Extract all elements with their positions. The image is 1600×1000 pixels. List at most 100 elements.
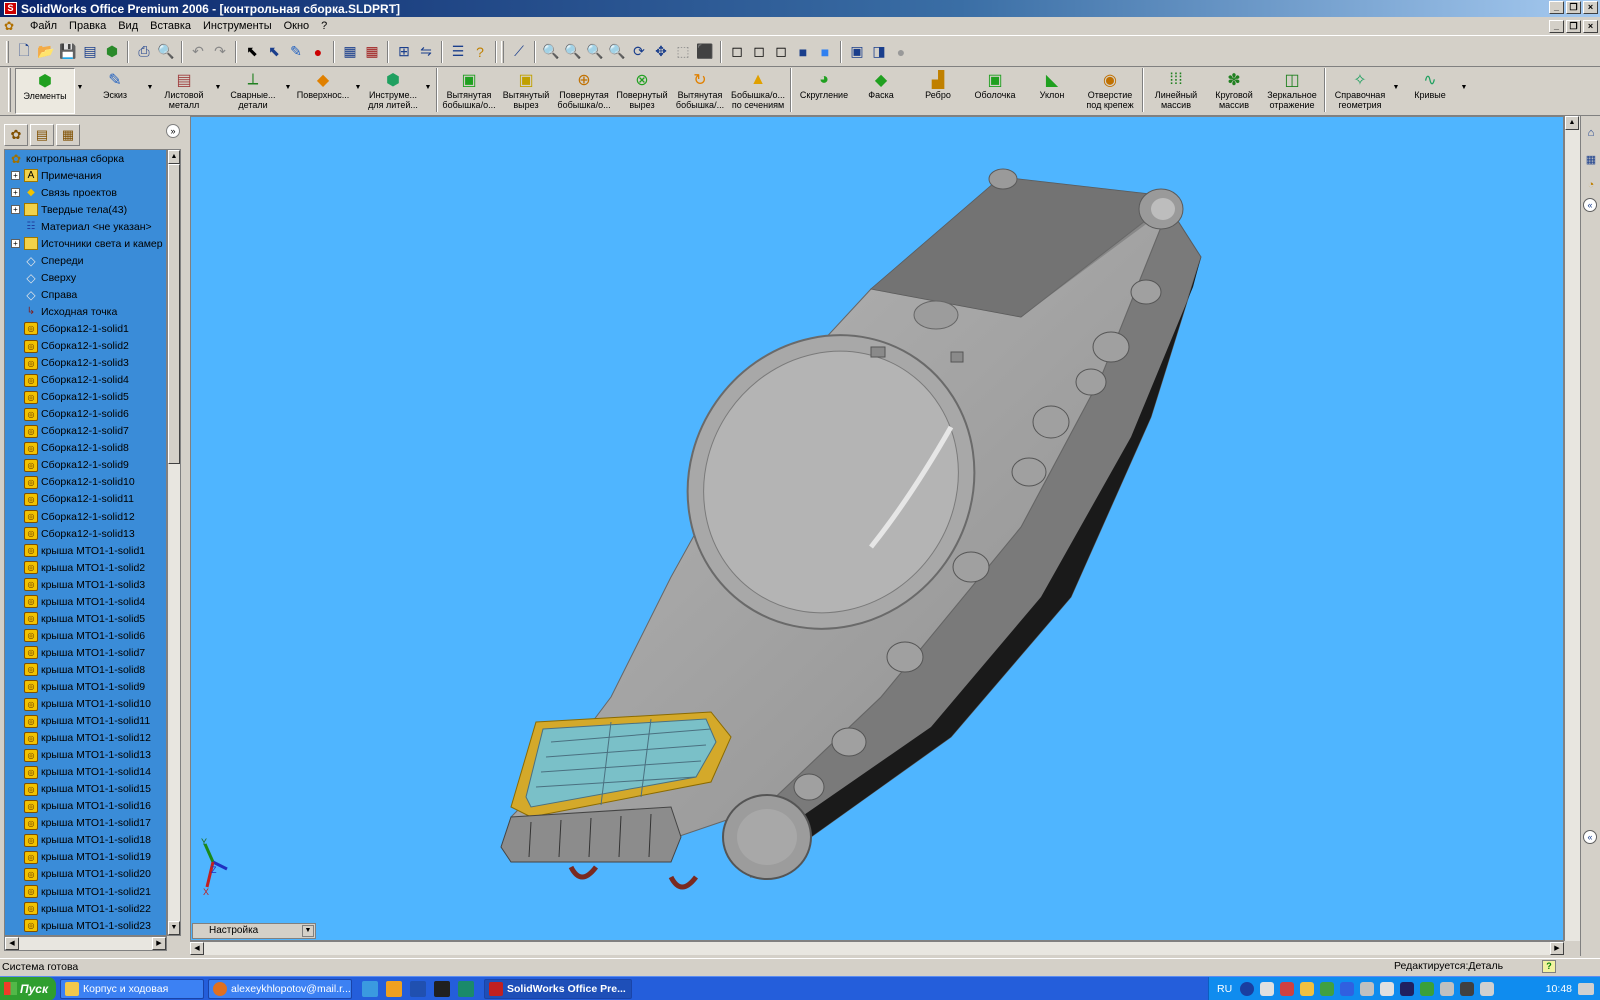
tools-tray-icon[interactable] [1360, 982, 1375, 996]
word-icon[interactable] [410, 980, 426, 997]
tree-item[interactable]: ◎ Сборка12-1-solid4 [5, 372, 166, 389]
display-tray-icon[interactable] [1460, 982, 1475, 996]
rib-button[interactable]: ▟ Ребро [909, 68, 967, 114]
tree-item[interactable]: ◎ крыша МТО1-1-solid21 [5, 883, 166, 900]
tree-item[interactable]: ◎ крыша МТО1-1-solid19 [5, 849, 166, 866]
weldments-dropdown[interactable]: ▼ [283, 68, 293, 114]
tree-item[interactable]: + Источники света и камер [5, 235, 166, 252]
tree-item[interactable]: ◎ крыша МТО1-1-solid3 [5, 576, 166, 593]
menu-insert[interactable]: Вставка [144, 20, 197, 32]
property-manager-tab-icon[interactable]: ▤ [30, 124, 54, 146]
section-view-icon[interactable]: ◨ [868, 41, 890, 63]
expand-icon[interactable]: + [11, 188, 20, 198]
scroll-thumb[interactable] [168, 164, 180, 464]
scroll-right-icon[interactable]: ▶ [152, 937, 166, 950]
tree-item[interactable]: ◎ Сборка12-1-solid12 [5, 508, 166, 525]
tree-item[interactable]: + ◆ Связь проектов [5, 184, 166, 201]
graphics-area[interactable]: Y Z X [190, 116, 1564, 941]
view-orientation-icon[interactable]: ⟋ [508, 41, 530, 63]
menu-window[interactable]: Окно [278, 20, 316, 32]
options-icon[interactable]: ▦ [361, 41, 383, 63]
tree-item[interactable]: ◎ крыша МТО1-1-solid20 [5, 866, 166, 883]
configuration-tab[interactable]: Настройка ▼ [192, 923, 316, 939]
flag-tray-icon[interactable] [1380, 982, 1395, 996]
shell-button[interactable]: ▣ Оболочка [967, 68, 1023, 114]
expand-icon[interactable]: + [11, 171, 20, 181]
language-indicator[interactable]: RU [1217, 983, 1232, 995]
hardware-tray-icon[interactable] [1480, 982, 1495, 996]
tree-item[interactable]: ◎ Сборка12-1-solid11 [5, 491, 166, 508]
zoom-to-selection-icon[interactable]: 🔍 [606, 41, 628, 63]
zoom-to-fit-icon[interactable]: 🔍 [540, 41, 562, 63]
curves-dropdown[interactable]: ▼ [1459, 68, 1469, 114]
expand-icon[interactable]: + [11, 239, 20, 249]
tree-item[interactable]: ◎ крыша МТО1-1-solid8 [5, 661, 166, 678]
print-preview-icon[interactable]: 🔍 [155, 41, 177, 63]
tab-features[interactable]: ⬢ Элементы [15, 68, 75, 114]
standard-views-icon[interactable]: ⬛ [694, 41, 716, 63]
expand-icon[interactable]: + [11, 205, 20, 215]
menu-file[interactable]: Файл [24, 20, 63, 32]
extruded-cut-button[interactable]: ▣ Вытянутый вырез [497, 68, 555, 114]
start-button[interactable]: Пуск [0, 976, 56, 1000]
menu-help[interactable]: ? [315, 20, 333, 32]
revolved-cut-button[interactable]: ⊗ Повернутый вырез [613, 68, 671, 114]
tree-item[interactable]: ◇ Сверху [5, 269, 166, 286]
doc-close-button[interactable]: × [1583, 20, 1598, 33]
tree-item[interactable]: ◎ Сборка12-1-solid13 [5, 525, 166, 542]
hole-wizard-button[interactable]: ◉ Отверстие под крепеж [1081, 68, 1139, 114]
scroll-down-icon[interactable]: ▼ [168, 921, 180, 935]
rotate-view-icon[interactable]: ⟳ [628, 41, 650, 63]
tree-item[interactable]: ◎ Сборка12-1-solid3 [5, 355, 166, 372]
ie-icon[interactable] [362, 980, 378, 997]
design-library-icon[interactable]: ▦ [1583, 150, 1599, 168]
feature-manager-tab-icon[interactable]: ✿ [4, 124, 28, 146]
tree-item[interactable]: ◎ крыша МТО1-1-solid15 [5, 781, 166, 798]
toolbar-grip-view[interactable] [501, 40, 504, 63]
select-other-icon[interactable]: ⬉ [263, 41, 285, 63]
speaker-tray-icon[interactable] [1440, 982, 1455, 996]
tree-item[interactable]: ◎ Сборка12-1-solid1 [5, 320, 166, 337]
print-icon[interactable]: ⎙ [133, 41, 155, 63]
tree-item[interactable]: ◎ крыша МТО1-1-solid4 [5, 593, 166, 610]
tree-item[interactable]: ☷ Материал <не указан> [5, 218, 166, 235]
menu-view[interactable]: Вид [112, 20, 144, 32]
tree-item[interactable]: ◎ крыша МТО1-1-solid11 [5, 713, 166, 730]
curves-button[interactable]: ∿ Кривые [1401, 68, 1459, 114]
scroll-left-icon[interactable]: ◀ [5, 937, 19, 950]
surfaces-dropdown[interactable]: ▼ [353, 68, 363, 114]
swept-boss-button[interactable]: ↻ Вытянутая бобышка/... [671, 68, 729, 114]
clock[interactable]: 10:48 [1546, 983, 1572, 995]
open-icon[interactable]: 📂 [35, 41, 57, 63]
mold-tools-dropdown[interactable]: ▼ [423, 68, 433, 114]
toolbox-icon[interactable]: ☰ [447, 41, 469, 63]
grid-icon[interactable]: ▦ [339, 41, 361, 63]
shadows-icon[interactable]: ▣ [846, 41, 868, 63]
file-properties-icon[interactable]: ⊞ [393, 41, 415, 63]
make-drawing-icon[interactable]: ▤ [79, 41, 101, 63]
3d-drawing-view-icon[interactable]: ⬚ [672, 41, 694, 63]
undo-icon[interactable]: ↶ [187, 41, 209, 63]
network-tray-icon[interactable] [1320, 982, 1335, 996]
maximize-button[interactable]: ❐ [1566, 1, 1581, 14]
media-icon[interactable] [386, 980, 402, 997]
circular-pattern-button[interactable]: ✽ Круговой массив [1205, 68, 1263, 114]
tree-item[interactable]: ◎ крыша МТО1-1-solid1 [5, 542, 166, 559]
messenger-tray-icon[interactable] [1300, 982, 1315, 996]
revolved-boss-button[interactable]: ⊕ Повернутая бобышка/о... [555, 68, 613, 114]
mirror-button[interactable]: ◫ Зеркальное отражение [1263, 68, 1321, 114]
zoom-in-out-icon[interactable]: 🔍 [584, 41, 606, 63]
tree-item[interactable]: ◎ Сборка12-1-solid5 [5, 389, 166, 406]
console-icon[interactable] [434, 980, 450, 997]
menu-edit[interactable]: Правка [63, 20, 112, 32]
draft-button[interactable]: ◣ Уклон [1023, 68, 1081, 114]
update-tray-icon[interactable] [1340, 982, 1355, 996]
make-assembly-icon[interactable]: ⬢ [101, 41, 123, 63]
extruded-boss-button[interactable]: ▣ Вытянутая бобышка/о... [441, 68, 497, 114]
hidden-lines-removed-icon[interactable]: ◻ [770, 41, 792, 63]
tree-item[interactable]: ◎ крыша МТО1-1-solid17 [5, 815, 166, 832]
hidden-lines-visible-icon[interactable]: ◻ [748, 41, 770, 63]
wireframe-icon[interactable]: ◻ [726, 41, 748, 63]
tree-item[interactable]: ◎ крыша МТО1-1-solid10 [5, 696, 166, 713]
chamfer-button[interactable]: ◆ Фаска [853, 68, 909, 114]
